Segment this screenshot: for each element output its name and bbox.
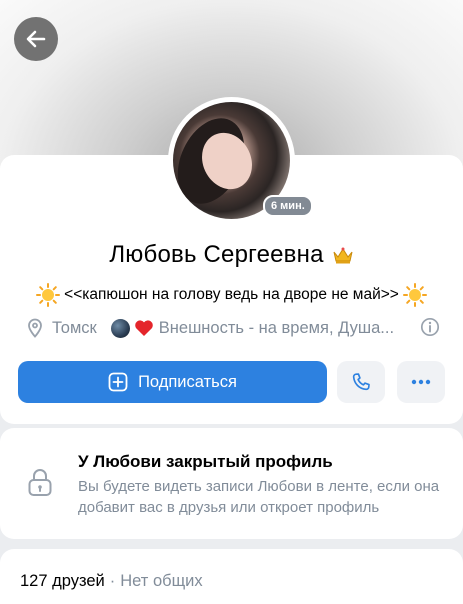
online-status-badge: 6 мин. [263, 195, 313, 217]
profile-interests: Внешность - на время, Душа... [158, 318, 395, 337]
closed-profile-description: Вы будете видеть записи Любови в ленте, … [78, 478, 440, 516]
more-button[interactable] [397, 361, 445, 403]
info-icon[interactable] [420, 317, 440, 337]
friends-count: 127 друзей [20, 572, 105, 590]
plus-square-icon [108, 372, 128, 392]
globe-icon [110, 318, 130, 338]
sun-icon [402, 283, 427, 307]
profile-status-row[interactable]: <<капюшон на голову ведь на дворе не май… [0, 282, 463, 308]
subscribe-label: Подписаться [138, 372, 237, 391]
profile-name-row: Любовь Сергеевна [0, 240, 463, 270]
profile-name: Любовь Сергеевна [109, 241, 324, 268]
friends-separator: · [109, 572, 116, 590]
subscribe-button[interactable]: Подписаться [18, 361, 327, 403]
call-button[interactable] [337, 361, 385, 403]
mutual-friends-label: Нет общих [120, 572, 203, 590]
lock-icon [28, 469, 52, 496]
profile-status-text: <<капюшон на голову ведь на дворе не май… [64, 286, 399, 303]
sun-icon [36, 283, 61, 307]
closed-profile-title: У Любови закрытый профиль [78, 452, 333, 471]
arrow-left-icon [26, 30, 46, 48]
phone-icon [352, 373, 370, 391]
back-button[interactable] [14, 17, 58, 61]
profile-city: Томск [52, 318, 97, 337]
friends-row[interactable]: 127 друзей · Нет общих [20, 572, 203, 591]
location-pin-icon [28, 318, 42, 338]
profile-info-row[interactable]: Томск Внешность - на время, Душа... [26, 316, 442, 340]
crown-icon [333, 247, 353, 264]
more-horizontal-icon [411, 379, 431, 385]
heart-icon [135, 320, 153, 336]
